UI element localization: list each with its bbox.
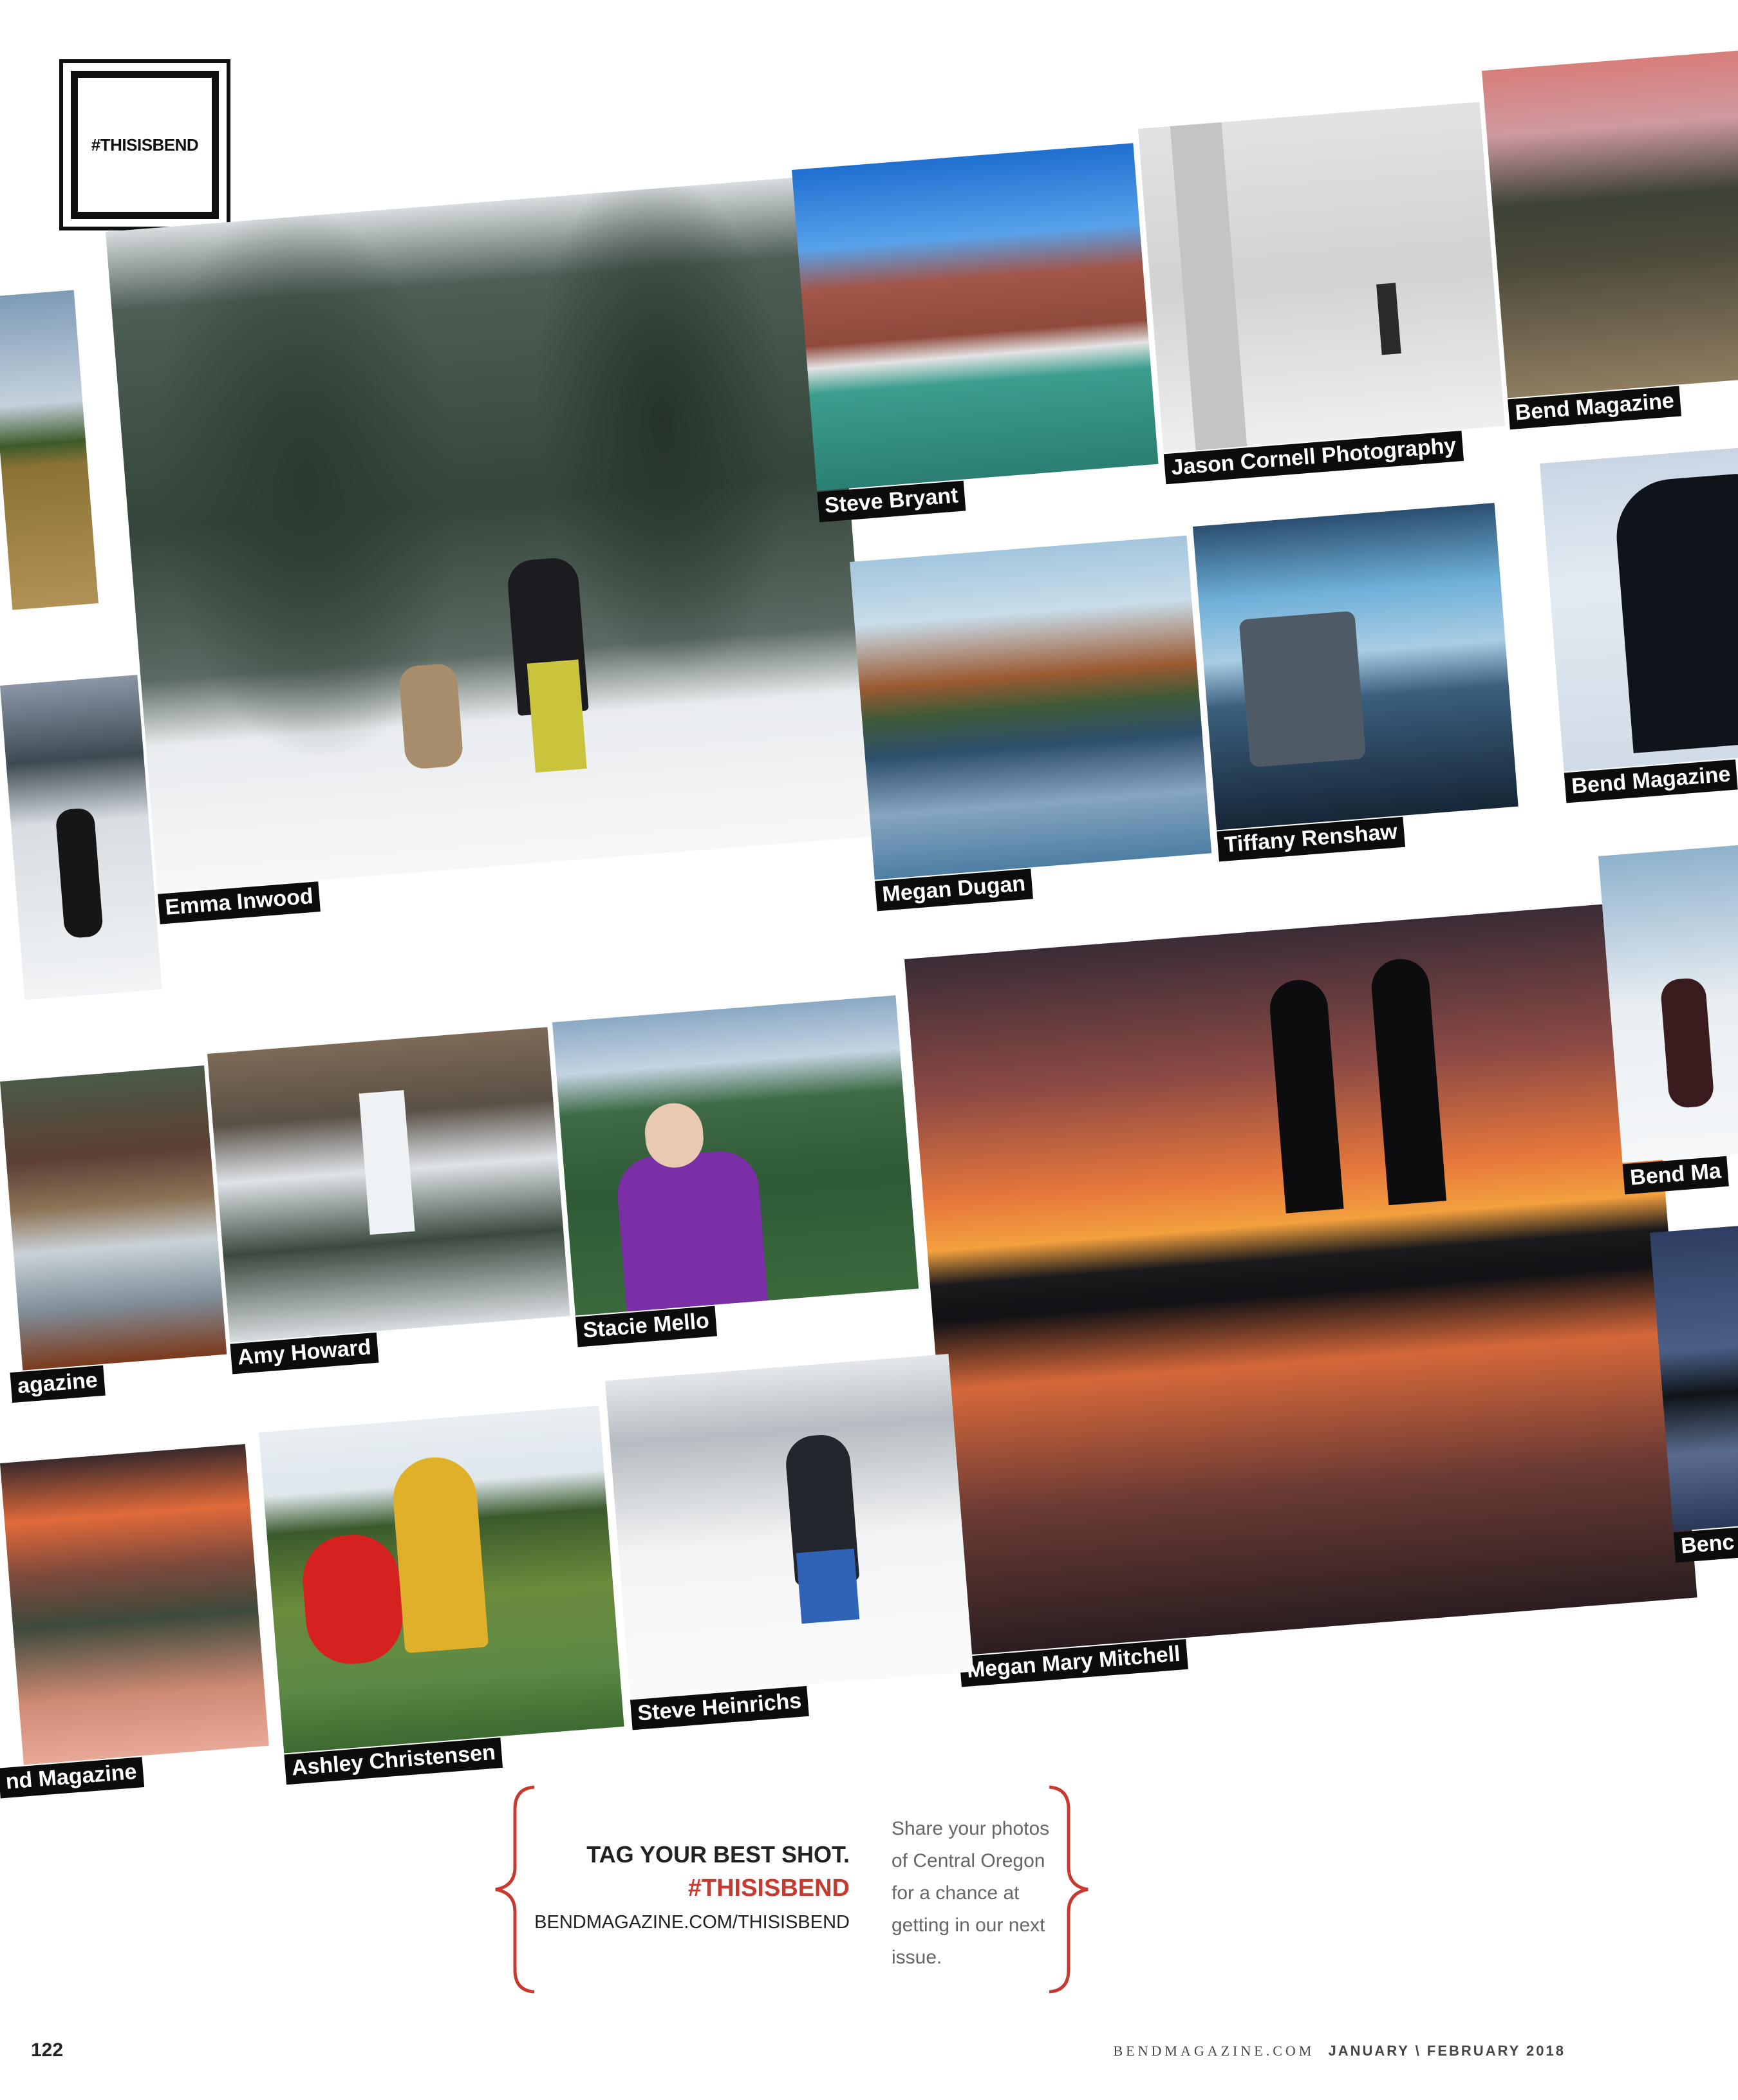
photo-credit: Benc: [1673, 1527, 1738, 1563]
photo-credit: nd Magazine: [0, 1757, 145, 1799]
logo-frame: #THISISBEND: [71, 71, 219, 219]
website-link[interactable]: BENDMAGAZINE.COM/THISISBEND: [534, 1912, 850, 1933]
photo-steve-heinrichs: Steve Heinrichs: [605, 1354, 974, 1730]
footer: BENDMAGAZINE.COM JANUARY \ FEBRUARY 2018: [1114, 2043, 1566, 2059]
photo-megan-dugan: Megan Dugan: [850, 535, 1212, 912]
hashtag: #THISISBEND: [687, 1875, 850, 1902]
page-number: 122: [31, 2039, 64, 2061]
thisisbend-logo: #THISISBEND: [59, 59, 230, 230]
photo-tiffany-renshaw: Tiffany Renshaw: [1193, 503, 1518, 862]
photo-field-landscape: [0, 290, 98, 610]
cta-panel: TAG YOUR BEST SHOT. #THISISBEND BENDMAGA…: [489, 1783, 1094, 1996]
tag-line: TAG YOUR BEST SHOT.: [586, 1841, 850, 1868]
footer-site: BENDMAGAZINE.COM: [1113, 2043, 1315, 2059]
left-brace-icon: [495, 1785, 535, 1994]
photo-bend-magazine-dog: Bend Magazine: [1540, 447, 1738, 803]
photo-bend-magazine-top: Bend Magazine: [1482, 50, 1738, 430]
photo-megan-mary-mitchell: Megan Mary Mitchell: [904, 901, 1697, 1687]
photo-ashley-christensen: Ashley Christensen: [259, 1405, 624, 1785]
logo-text: #THISISBEND: [91, 135, 199, 155]
photo-stacie-mello: Stacie Mello: [552, 995, 919, 1347]
photo-cabin-left: agazine: [0, 1065, 227, 1403]
photo-jason-cornell: Jason Cornell Photography: [1138, 102, 1505, 485]
share-text: Share your photos of Central Oregon for …: [892, 1818, 1050, 1968]
photo-sunset-left: nd Magazine: [0, 1444, 269, 1799]
photo-bend-magazine-right: Bend Ma: [1598, 844, 1738, 1195]
photo-steve-bryant: Steve Bryant: [792, 143, 1159, 523]
photo-amy-howard: Amy Howard: [207, 1027, 570, 1374]
photo-hiker-left: [0, 675, 162, 1000]
footer-issue: JANUARY \ FEBRUARY 2018: [1328, 2043, 1565, 2059]
photo-credit: agazine: [10, 1365, 106, 1403]
right-brace-icon: [1049, 1785, 1089, 1994]
photo-emma-inwood: Emma Inwood: [106, 175, 877, 924]
